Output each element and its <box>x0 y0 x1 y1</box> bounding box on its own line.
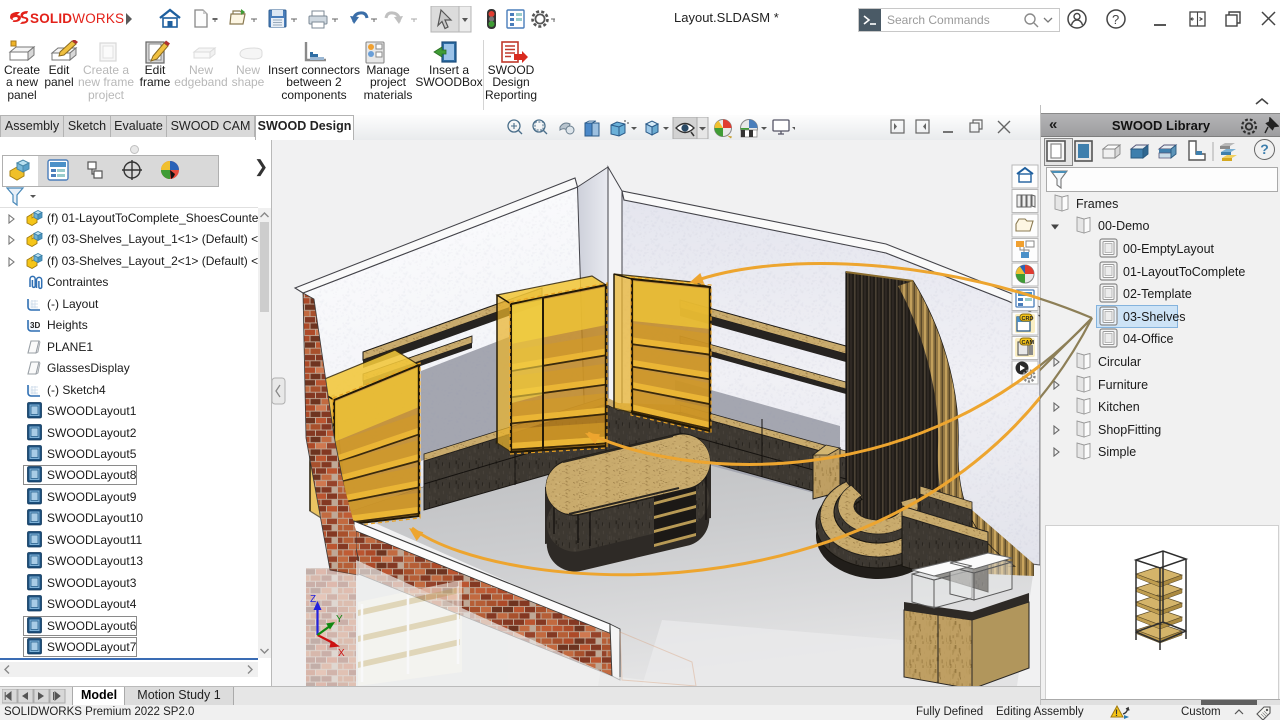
svg-text:!: ! <box>1115 708 1118 718</box>
svg-text:CRD: CRD <box>1022 316 1034 322</box>
svg-text:SOLIDWORKS: SOLIDWORKS <box>30 11 124 26</box>
svg-text:Y: Y <box>336 614 343 625</box>
svg-text:CAM: CAM <box>1022 340 1035 346</box>
svg-text:Z: Z <box>310 594 316 605</box>
svg-text:X: X <box>338 648 345 659</box>
svg-text:?: ? <box>1112 12 1119 27</box>
svg-text:3D: 3D <box>30 321 40 330</box>
